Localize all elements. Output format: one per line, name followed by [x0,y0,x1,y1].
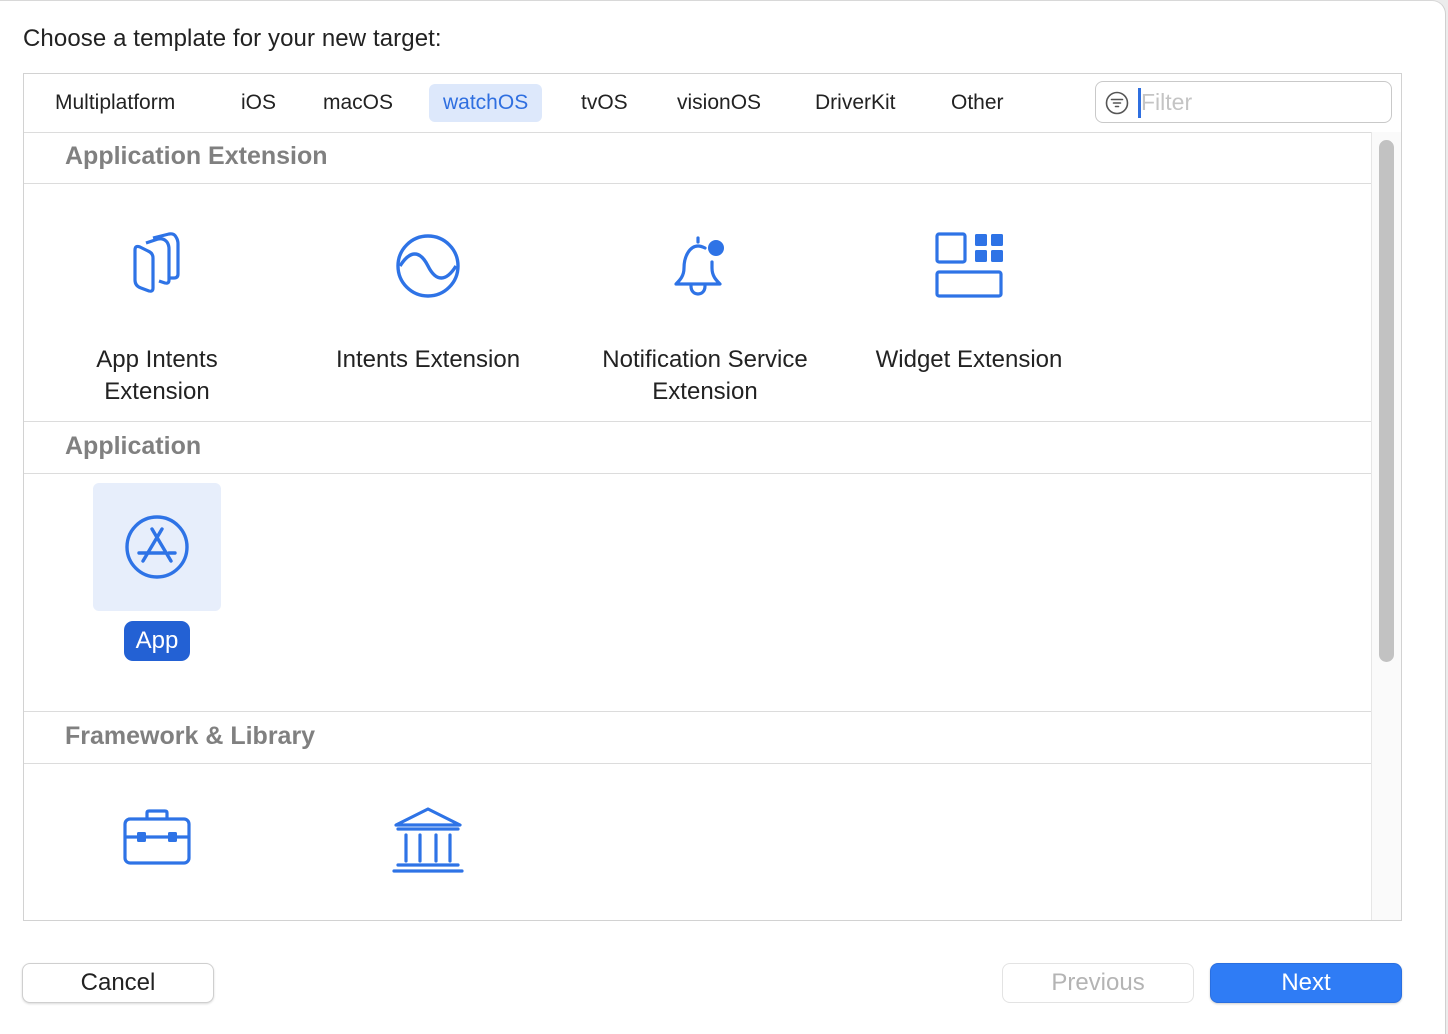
filter-field[interactable] [1095,81,1392,123]
section-title: Application Extension [65,142,328,170]
tab-multiplatform[interactable]: Multiplatform [41,84,189,122]
icon-box [93,483,221,611]
template-static-library[interactable] [308,777,548,905]
template-framework[interactable] [37,777,277,905]
icon-box [364,777,492,905]
icon-box [905,202,1033,330]
tab-visionos[interactable]: visionOS [663,84,775,122]
template-intents-extension[interactable]: Intents Extension [308,202,548,380]
template-app-intents-extension[interactable]: App Intents Extension [37,202,277,412]
previous-button[interactable]: Previous [1002,963,1194,1003]
library-building-icon [392,807,464,873]
tab-tvos[interactable]: tvOS [567,84,642,122]
tab-macos[interactable]: macOS [309,84,407,122]
app-store-icon [125,515,189,579]
template-notification-service-extension[interactable]: Notification Service Extension [578,202,818,412]
section-title: Framework & Library [65,722,316,750]
template-widget-extension[interactable]: Widget Extension [849,202,1089,380]
filter-icon [1105,91,1129,115]
app-intents-icon [133,232,180,293]
cancel-button[interactable]: Cancel [22,963,214,1003]
tab-driverkit[interactable]: DriverKit [801,84,910,122]
widget-grid-icon [935,232,1003,298]
icon-box [634,202,762,330]
section-title: Application [65,432,202,460]
filter-input[interactable] [1137,86,1381,118]
icon-box [93,202,221,330]
tab-watchos[interactable]: watchOS [429,84,543,122]
template-chooser: Multiplatform iOS macOS watchOS tvOS vis… [23,73,1402,921]
template-list[interactable]: Application Extension App Intents Extens… [24,132,1371,920]
icon-box [364,202,492,330]
tab-ios[interactable]: iOS [227,84,290,122]
intents-icon [396,234,460,298]
section-header-application: Application [24,422,1371,474]
tab-other[interactable]: Other [937,84,1018,122]
toolbox-icon [123,809,191,865]
template-label: Intents Extension [335,346,521,373]
next-button[interactable]: Next [1210,963,1402,1003]
bell-badge-icon [674,236,724,296]
template-label: Widget Extension [875,346,1063,373]
new-target-dialog: Choose a template for your new target: M… [0,0,1446,1034]
template-label-selected: App [123,621,191,661]
icon-box [93,777,221,905]
dialog-prompt: Choose a template for your new target: [23,25,442,52]
section-header-framework-library: Framework & Library [24,712,1371,764]
scrollbar-thumb[interactable] [1379,140,1394,662]
section-header-application-extension: Application Extension [24,132,1371,184]
template-label: App Intents Extension [96,346,218,405]
template-label: Notification Service Extension [602,346,808,405]
platform-tab-bar: Multiplatform iOS macOS watchOS tvOS vis… [24,74,1401,133]
template-app[interactable]: App [37,483,277,661]
vertical-scrollbar[interactable] [1371,132,1401,920]
